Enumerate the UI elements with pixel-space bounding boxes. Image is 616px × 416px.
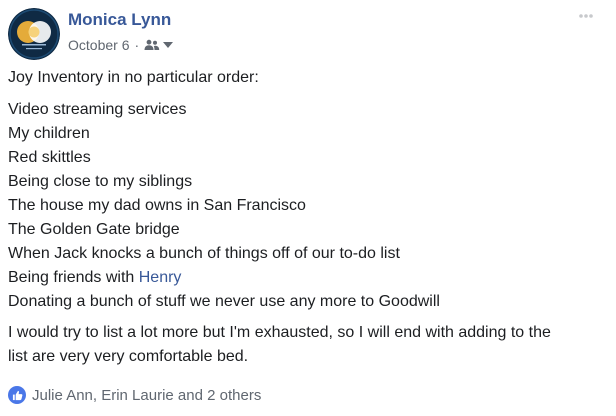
post-card: Monica Lynn October 6 · Joy Inventory in… [0, 0, 616, 416]
list-item: Being close to my siblings [8, 173, 193, 190]
closing-line: I would try to list a lot more but I'm e… [8, 324, 551, 341]
meta-separator: · [134, 37, 140, 53]
post-header: Monica Lynn October 6 · [8, 8, 608, 60]
list-item: Video streaming services [8, 101, 187, 118]
post-body: Joy Inventory in no particular order: Vi… [8, 66, 608, 369]
post-date[interactable]: October 6 [68, 37, 129, 53]
friends-line-text: Being friends with [8, 269, 139, 286]
post-options[interactable] [578, 8, 594, 18]
chevron-down-icon [163, 42, 174, 48]
list-item: My children [8, 125, 90, 142]
closing-line: list are very very comfortable bed. [8, 348, 249, 365]
list-item-friends: Being friends with Henry [8, 266, 608, 290]
list-item: Red skittles [8, 149, 91, 166]
options-icon[interactable] [578, 8, 594, 18]
reactions-bar[interactable]: Julie Ann, Erin Laurie and 2 others [8, 384, 261, 406]
friends-icon [144, 39, 160, 50]
joy-list: Video streaming services My children Red… [8, 98, 608, 314]
post-closing: I would try to list a lot more but I'm e… [8, 321, 608, 369]
list-item: The Golden Gate bridge [8, 221, 180, 238]
like-icon [8, 386, 26, 404]
list-item: When Jack knocks a bunch of things off o… [8, 245, 400, 262]
post-intro: Joy Inventory in no particular order: [8, 69, 259, 86]
avatar[interactable] [8, 8, 60, 60]
list-item: The house my dad owns in San Francisco [8, 197, 306, 214]
author-name[interactable]: Monica Lynn [68, 10, 171, 30]
post-meta: October 6 · [68, 36, 174, 54]
list-item: Donating a bunch of stuff we never use a… [8, 293, 440, 310]
audience-selector[interactable] [144, 39, 174, 51]
reactions-names[interactable]: Julie Ann, Erin Laurie and 2 others [32, 387, 261, 404]
mention-link[interactable]: Henry [139, 269, 182, 286]
